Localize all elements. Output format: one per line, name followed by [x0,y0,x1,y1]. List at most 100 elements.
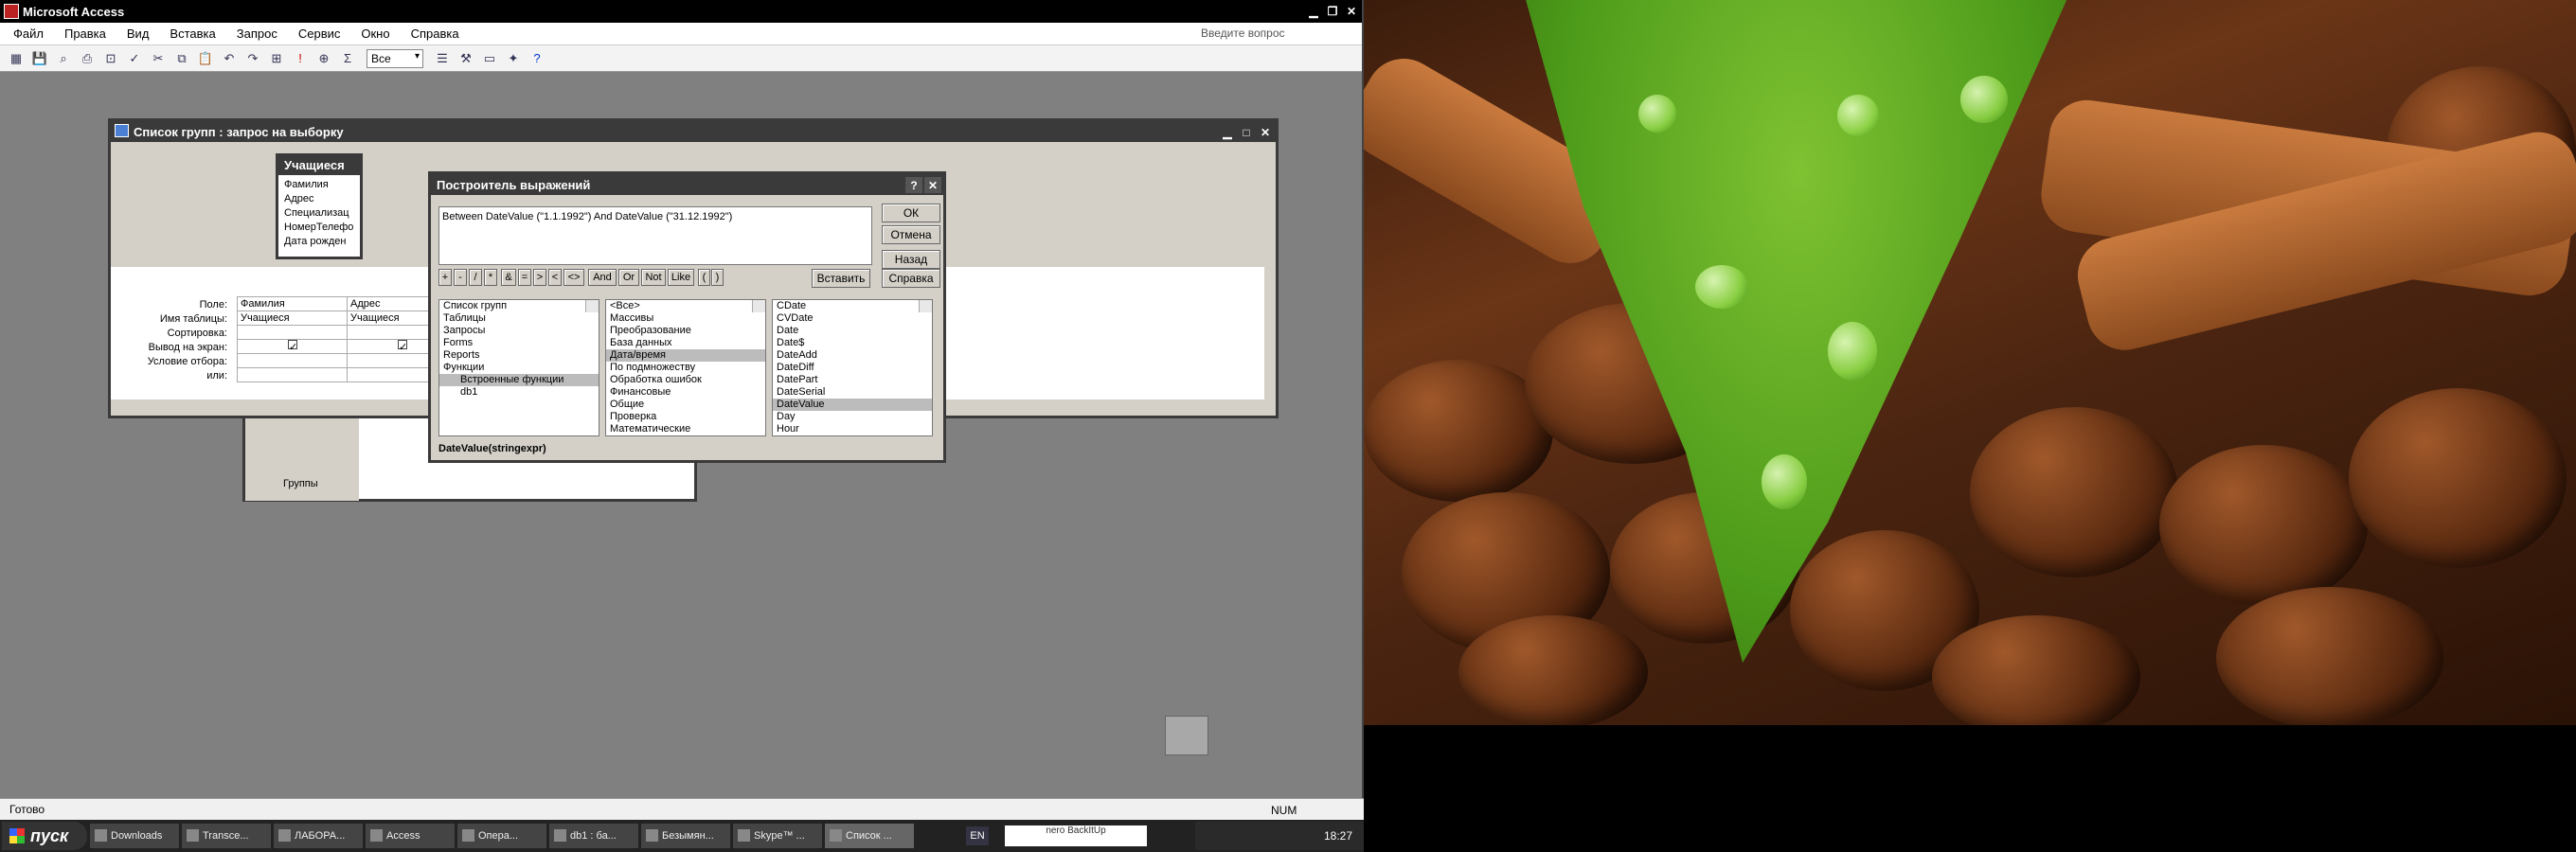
menu-view[interactable]: Вид [127,27,150,41]
run-icon[interactable]: ! [290,49,311,68]
folder-item[interactable]: Таблицы [439,312,599,325]
field-item[interactable]: Дата рожден [278,236,360,250]
field-item[interactable]: НомерТелефо [278,222,360,236]
grid-criteria-cell[interactable] [237,353,348,368]
op-not-button[interactable]: Not [641,269,666,286]
category-item[interactable]: Массивы [606,312,765,325]
menu-edit[interactable]: Правка [64,27,106,41]
minimize-icon[interactable]: ▁ [1305,3,1322,19]
ok-button[interactable]: ОК [882,204,940,222]
menu-help[interactable]: Справка [411,27,459,41]
menu-tools[interactable]: Сервис [298,27,341,41]
task-transcend[interactable]: Transce... [182,824,271,848]
show-table-icon[interactable]: ⊕ [313,49,334,68]
copy-icon[interactable]: ⧉ [171,49,192,68]
menu-window[interactable]: Окно [361,27,389,41]
folder-item[interactable]: Forms [439,337,599,349]
grid-or-cell[interactable] [237,367,348,382]
task-opera[interactable]: Опера... [457,824,546,848]
category-item[interactable]: Общие [606,399,765,411]
function-item[interactable]: DateSerial [773,386,932,399]
folder-item[interactable]: Запросы [439,325,599,337]
folder-item[interactable]: db1 [439,386,599,399]
categories-list[interactable]: <Все> Массивы Преобразование База данных… [605,299,766,436]
grid-table-cell[interactable]: Учащиеся [237,311,348,326]
function-item[interactable]: DateDiff [773,362,932,374]
maximize-icon[interactable]: □ [1238,124,1255,140]
function-item[interactable]: Day [773,411,932,423]
cut-icon[interactable]: ✂ [148,49,169,68]
help-icon[interactable]: ? [527,49,547,68]
menu-insert[interactable]: Вставка [170,27,215,41]
close-icon[interactable]: ✕ [924,177,941,193]
op-equal-button[interactable]: = [518,269,531,286]
category-item[interactable]: База данных [606,337,765,349]
save-icon[interactable]: 💾 [29,49,50,68]
folders-list[interactable]: Список групп Таблицы Запросы Forms Repor… [438,299,599,436]
category-item[interactable]: По подмножеству [606,362,765,374]
folder-item[interactable]: Встроенные функции [439,374,599,386]
database-window-icon[interactable]: ▭ [479,49,500,68]
show-checkbox[interactable]: ✓ [398,340,407,353]
build-icon[interactable]: ⚒ [456,49,476,68]
paste-button[interactable]: Вставить [812,269,870,288]
task-paint[interactable]: Безымян... [641,824,730,848]
function-item[interactable]: Date [773,325,932,337]
functions-scrollbar[interactable] [919,300,932,312]
function-item[interactable]: CDate [773,300,932,312]
function-item[interactable]: CVDate [773,312,932,325]
totals-icon[interactable]: Σ [337,49,358,68]
category-item[interactable]: <Все> [606,300,765,312]
expression-box[interactable]: Between DateValue ("1.1.1992") And DateV… [438,206,872,265]
category-item[interactable]: Математические [606,423,765,435]
task-downloads[interactable]: Downloads [90,824,179,848]
field-item[interactable]: Специализац [278,207,360,222]
op-or-button[interactable]: Or [618,269,639,286]
op-like-button[interactable]: Like [668,269,694,286]
task-lab[interactable]: ЛАБОРА... [274,824,363,848]
function-item[interactable]: DatePart [773,374,932,386]
language-indicator[interactable]: EN [966,826,989,845]
search-icon[interactable]: ⌕ [53,49,74,68]
op-notequal-button[interactable]: <> [564,269,584,286]
help-button[interactable]: Справка [882,269,940,288]
function-item[interactable]: DateValue [773,399,932,411]
close-icon[interactable]: ✕ [1257,124,1274,140]
category-item[interactable]: Дата/время [606,349,765,362]
paste-icon[interactable]: 📋 [195,49,216,68]
spelling-icon[interactable]: ✓ [124,49,145,68]
task-db1[interactable]: db1 : ба... [549,824,638,848]
top-values-select[interactable]: Все [367,48,423,68]
task-skype[interactable]: Skype™ ... [733,824,822,848]
query-type-icon[interactable]: ⊞ [266,49,287,68]
folders-scrollbar[interactable] [585,300,599,312]
task-access[interactable]: Access [366,824,455,848]
menu-query[interactable]: Запрос [237,27,277,41]
function-item[interactable]: DateAdd [773,349,932,362]
show-checkbox[interactable]: ✓ [288,340,297,353]
category-item[interactable]: Финансовые [606,386,765,399]
op-lparen-button[interactable]: ( [698,269,710,286]
minimized-window-icon[interactable] [1165,716,1208,755]
op-plus-button[interactable]: + [438,269,452,286]
print-icon[interactable]: ⎙ [77,49,98,68]
field-item[interactable]: Адрес [278,193,360,207]
op-minus-button[interactable]: - [454,269,467,286]
op-and-button[interactable]: And [588,269,617,286]
op-greater-button[interactable]: > [533,269,546,286]
op-concat-button[interactable]: & [501,269,516,286]
functions-list[interactable]: CDate CVDate Date Date$ DateAdd DateDiff… [772,299,933,436]
op-multiply-button[interactable]: * [484,269,497,286]
properties-icon[interactable]: ☰ [432,49,453,68]
clock[interactable]: 18:27 [1324,829,1352,843]
op-divide-button[interactable]: / [469,269,482,286]
minimize-icon[interactable]: ▁ [1219,124,1236,140]
categories-scrollbar[interactable] [752,300,765,312]
view-icon[interactable]: ▦ [6,49,27,68]
field-item[interactable]: Фамилия [278,179,360,193]
menu-file[interactable]: Файл [13,27,44,41]
op-less-button[interactable]: < [548,269,562,286]
grid-field-cell[interactable]: Фамилия [237,296,348,311]
redo-icon[interactable]: ↷ [242,49,263,68]
close-icon[interactable]: ✕ [1343,3,1360,19]
